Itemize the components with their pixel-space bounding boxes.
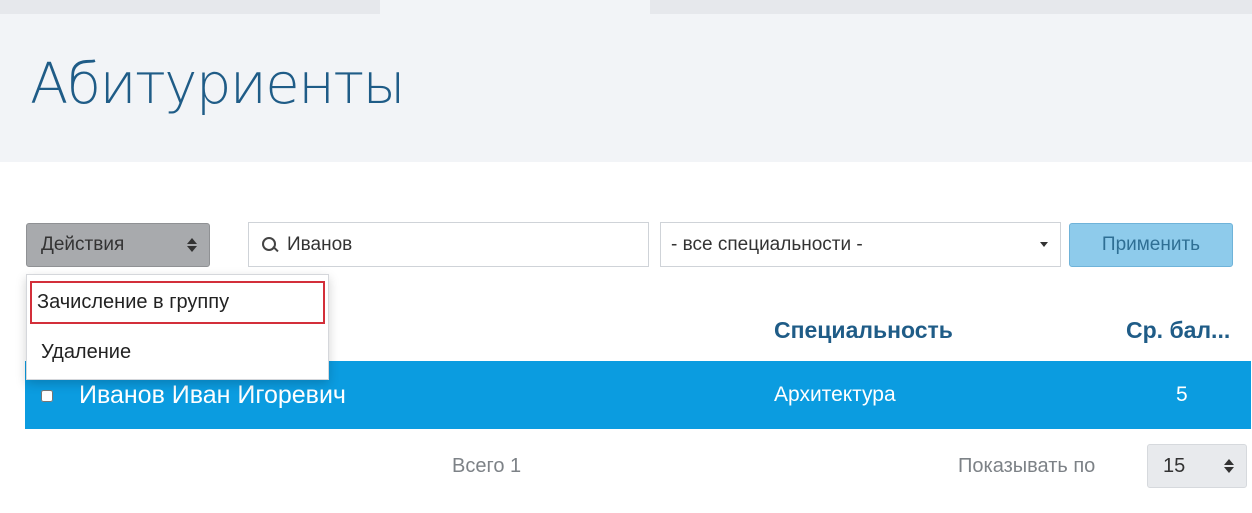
menu-item-enroll[interactable]: Зачисление в группу xyxy=(30,281,325,324)
specialty-select-value: - все специальности - xyxy=(671,233,863,255)
page-size-label: Показывать по xyxy=(958,455,1096,477)
actions-label: Действия xyxy=(41,234,125,255)
actions-dropdown-button[interactable]: Действия xyxy=(26,223,210,267)
page-size-select[interactable]: 15 xyxy=(1147,444,1247,488)
menu-item-delete[interactable]: Удаление xyxy=(27,331,328,373)
total-count: Всего 1 xyxy=(452,455,522,477)
sort-icon xyxy=(1224,459,1234,473)
search-field[interactable] xyxy=(248,222,649,267)
apply-button[interactable]: Применить xyxy=(1069,223,1233,267)
column-header-specialty[interactable]: Специальность xyxy=(774,313,953,347)
actions-menu: Зачисление в группу Удаление xyxy=(26,274,329,380)
header-decoration xyxy=(650,0,1252,14)
row-checkbox[interactable] xyxy=(41,390,53,402)
search-icon xyxy=(261,236,279,254)
applicant-specialty: Архитектура xyxy=(774,383,896,406)
page-title: Абитуриенты xyxy=(30,52,405,117)
header-decoration xyxy=(0,0,380,14)
applicant-score: 5 xyxy=(1176,383,1188,406)
search-input[interactable] xyxy=(287,233,627,256)
column-header-score[interactable]: Ср. бал... xyxy=(1126,313,1230,347)
specialty-select[interactable]: - все специальности - xyxy=(660,222,1061,267)
page-header: Абитуриенты xyxy=(0,0,1252,162)
sort-icon xyxy=(187,238,197,252)
caret-down-icon xyxy=(1040,242,1048,247)
page-size-value: 15 xyxy=(1163,454,1186,477)
